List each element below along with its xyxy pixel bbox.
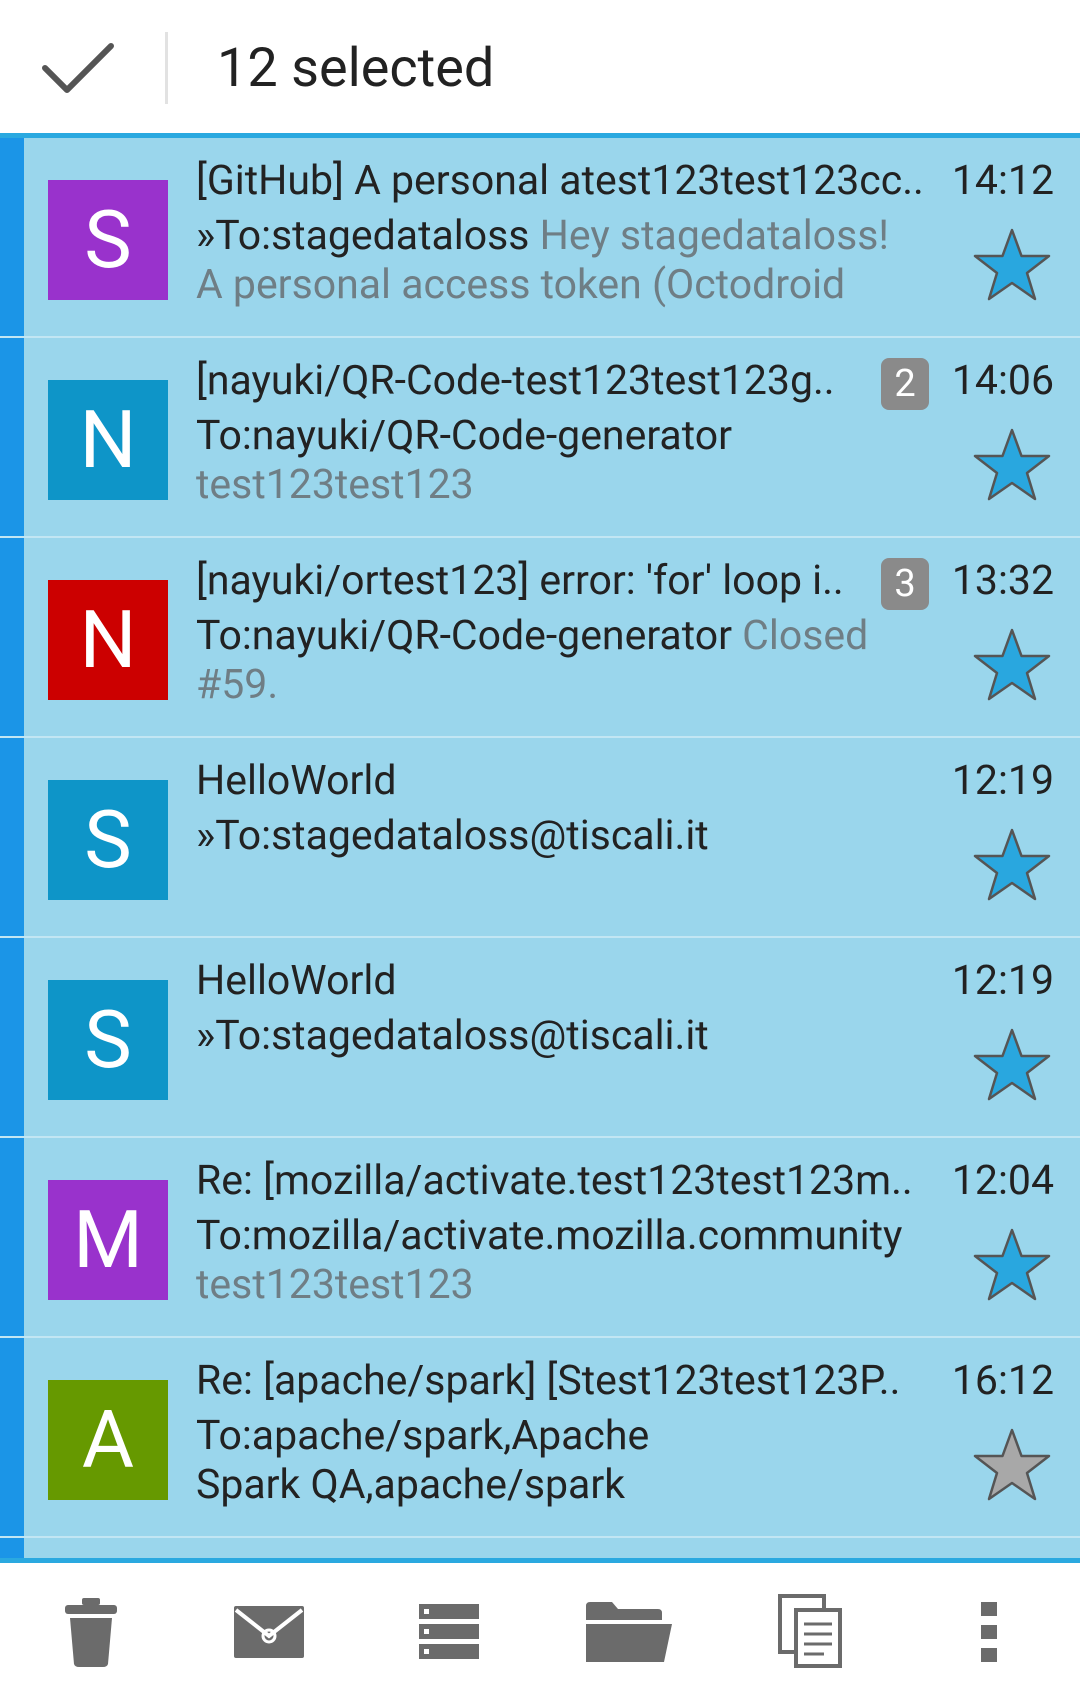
selection-count: 12 selected [217,37,495,100]
selection-indicator [0,738,24,936]
selection-indicator [0,538,24,736]
message-recipients: »To:stagedataloss@tiscali.it [196,1012,709,1060]
message-preview: »To:stagedataloss@tiscali.it [196,1012,916,1061]
move-icon [419,1604,479,1659]
message-row[interactable]: M Re: [mozilla/activate.test123test123m.… [0,1138,1080,1338]
message-row[interactable]: N [nayuki/ortest123] error: 'for' loop i… [0,538,1080,738]
done-button[interactable] [28,20,128,120]
star-icon[interactable] [972,1426,1052,1502]
message-time: 16:12 [951,1357,1054,1405]
message-preview: »To:stagedataloss Hey stagedataloss! A p… [196,212,916,310]
message-recipients: To:nayuki/QR-Code-generator [196,412,733,460]
star-icon[interactable] [972,426,1052,502]
selection-indicator [0,338,24,536]
message-list[interactable]: S [GitHub] A personal atest123test123cc.… [0,138,1080,1558]
message-recipients: To:nayuki/QR-Code-generator [196,612,733,660]
sender-avatar[interactable]: S [48,180,168,300]
message-subject: Re: [mozilla/activate.test123test123m.. [196,1157,913,1205]
message-subject: HelloWorld [196,757,397,805]
action-bar: 12 selected [0,0,1080,133]
message-row[interactable]: S HelloWorld 12:19 »To:stagedataloss@tis… [0,738,1080,938]
message-recipients: To:apache/spark,Apache Spark QA,apache/s… [196,1412,650,1509]
message-time: 12:19 [951,757,1054,805]
checkmark-icon [42,43,114,93]
sender-avatar[interactable]: N [48,580,168,700]
mark-read-icon [234,1606,304,1658]
overflow-menu-icon [981,1602,997,1662]
message-snippet: test123test123 [196,461,474,509]
selection-indicator [0,1338,24,1536]
message-recipients: »To:stagedataloss [196,212,530,260]
selection-indicator [0,138,24,336]
message-preview: To:mozilla/activate.mozilla.community te… [196,1212,916,1310]
message-recipients: »To:stagedataloss@tiscali.it [196,812,709,860]
sender-avatar[interactable]: A [48,1380,168,1500]
message-time: 12:19 [951,957,1054,1005]
bottom-toolbar [0,1563,1080,1699]
star-icon[interactable] [972,826,1052,902]
message-time: 14:06 [951,357,1054,405]
message-preview: To:nayuki/QR-Code-generator Closed #59. [196,612,916,710]
sender-avatar[interactable]: S [48,980,168,1100]
mark-read-button[interactable] [214,1577,324,1687]
message-recipients: To:mozilla/activate.mozilla.community [196,1212,903,1260]
delete-icon [65,1598,117,1667]
selection-indicator [0,1538,24,1558]
overflow-menu-button[interactable] [934,1577,1044,1687]
star-icon[interactable] [972,1026,1052,1102]
message-time: 14:12 [951,157,1054,205]
star-icon[interactable] [972,226,1052,302]
star-icon[interactable] [972,1226,1052,1302]
star-icon[interactable] [972,626,1052,702]
sender-avatar[interactable]: S [48,780,168,900]
move-button[interactable] [394,1577,504,1687]
selection-indicator [0,1138,24,1336]
message-preview: »To:stagedataloss@tiscali.it [196,812,916,861]
copy-button[interactable] [756,1577,866,1687]
message-row[interactable]: S HelloWorld 12:19 »To:stagedataloss@tis… [0,938,1080,1138]
message-row[interactable]: A Re: [apache/spark] [Stest123test123P..… [0,1338,1080,1538]
thread-count-badge: 3 [881,558,929,610]
message-subject: HelloWorld [196,957,397,1005]
message-row[interactable]: S [GitHub] A personal atest123test123cc.… [0,138,1080,338]
action-bar-divider [165,32,168,104]
message-preview: To:apache/spark,Apache Spark QA,apache/s… [196,1412,696,1510]
thread-count-badge: 2 [881,358,929,410]
selection-indicator [0,938,24,1136]
message-subject: [nayuki/QR-Code-test123test123g.. [196,357,835,405]
message-subject: Re: [apache/spark] [Stest123test123P.. [196,1357,901,1405]
message-preview: To:nayuki/QR-Code-generator test123test1… [196,412,916,510]
sender-avatar[interactable]: M [48,1180,168,1300]
folder-icon [586,1602,672,1662]
message-time: 12:04 [951,1157,1054,1205]
message-snippet: test123test123 [196,1261,474,1309]
message-time: 13:32 [951,557,1054,605]
sender-avatar[interactable]: N [48,380,168,500]
message-subject: [GitHub] A personal atest123test123cc.. [196,157,924,205]
message-row[interactable]: N [nayuki/QR-Code-test123test123g.. 2 14… [0,338,1080,538]
message-subject: [nayuki/ortest123] error: 'for' loop i.. [196,557,844,605]
folder-button[interactable] [574,1577,684,1687]
copy-icon [778,1594,842,1668]
delete-button[interactable] [36,1577,146,1687]
message-row[interactable] [0,1538,1080,1558]
